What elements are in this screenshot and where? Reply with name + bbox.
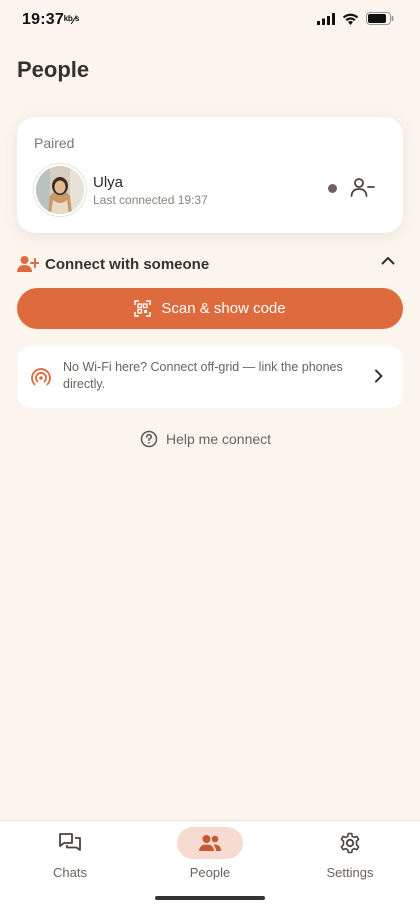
chevron-up-icon[interactable] (381, 256, 395, 265)
broadcast-icon (31, 368, 51, 386)
offgrid-description: No Wi-Fi here? Connect off-grid — link t… (63, 360, 343, 391)
qr-scan-icon (134, 300, 152, 317)
offgrid-connect-card[interactable]: No Wi-Fi here? Connect off-grid — link t… (17, 346, 403, 408)
battery-icon (366, 12, 394, 25)
signal-icon (317, 12, 335, 25)
status-icons (317, 12, 394, 25)
presence-status-dot (328, 184, 337, 193)
home-indicator (155, 896, 265, 900)
connect-section-header[interactable]: Connect with someone (17, 252, 403, 278)
contact-name[interactable]: Ulya (93, 174, 123, 191)
tab-settings-label: Settings (326, 865, 374, 880)
chat-icon (59, 833, 81, 851)
tab-people[interactable]: People (140, 821, 280, 891)
status-network-speed: ᵏᵇ⁄ˢ (64, 13, 80, 27)
status-time: 19:37 (22, 11, 64, 28)
connect-title: Connect with someone (45, 256, 210, 273)
tab-people-label: People (189, 865, 231, 880)
page-title: People (17, 57, 90, 82)
tab-chats[interactable]: Chats (0, 821, 140, 891)
tab-settings[interactable]: Settings (280, 821, 420, 891)
help-circle-icon (140, 430, 158, 448)
last-connected-text: Last connected 19:37 (93, 193, 208, 207)
remove-contact-button[interactable] (350, 177, 376, 199)
people-icon (199, 835, 221, 851)
wifi-icon (342, 13, 359, 25)
chevron-right-icon (375, 369, 383, 383)
paired-label: Paired (34, 135, 75, 151)
scan-button-label: Scan & show code (161, 300, 286, 317)
help-me-connect-link[interactable]: Help me connect (140, 430, 271, 448)
status-bar: 19:37 ᵏᵇ⁄ˢ (0, 0, 420, 44)
user-plus-icon (17, 256, 39, 272)
avatar[interactable] (34, 164, 86, 216)
avatar-photo (36, 166, 84, 214)
scan-show-code-button[interactable]: Scan & show code (17, 288, 403, 329)
paired-card: Paired Ulya Last connected 19:37 (17, 117, 403, 233)
tab-chats-label: Chats (53, 865, 87, 880)
user-minus-icon (350, 178, 375, 197)
help-link-label: Help me connect (166, 431, 272, 447)
gear-icon (340, 832, 360, 854)
